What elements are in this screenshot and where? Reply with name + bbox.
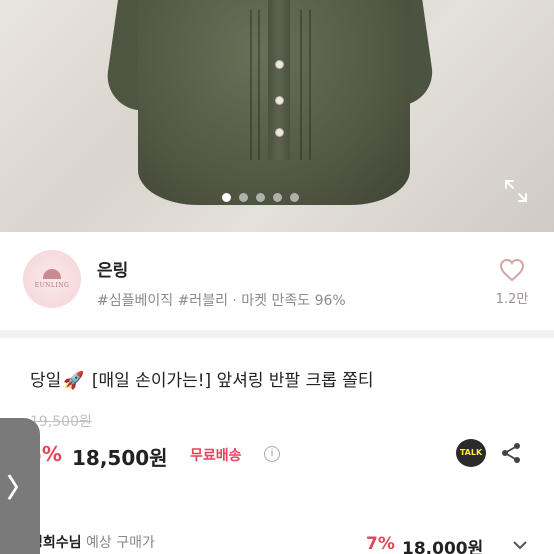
member-price-label: 경희수님 예상 구매가 [30, 532, 155, 552]
shirt-button [275, 128, 284, 137]
rocket-icon: 🚀 [63, 371, 85, 391]
shirt-button [275, 60, 284, 69]
shop-name[interactable]: 은링 [97, 256, 128, 281]
carousel-dot[interactable] [256, 193, 265, 202]
shop-tags: #심플베이직 #러블리 · 마켓 만족도 96% [97, 293, 346, 309]
title-main: [매일 손이가는!] 앞셔링 반팔 크롭 쫄티 [91, 371, 374, 391]
carousel-dot[interactable] [222, 193, 231, 202]
member-discount: 7% [366, 534, 395, 554]
info-icon[interactable]: i [264, 446, 280, 462]
free-shipping-label: 무료배송 [190, 448, 242, 464]
carousel-dot[interactable] [239, 193, 248, 202]
product-title: 당일 🚀 [매일 손이가는!] 앞셔링 반팔 크롭 쫄티 [30, 366, 374, 391]
sale-price: 18,500원 [72, 446, 168, 470]
title-prefix: 당일 [30, 371, 62, 391]
section-divider [0, 330, 554, 338]
talk-icon[interactable]: TALK [456, 439, 486, 467]
chevron-down-icon[interactable] [512, 540, 528, 550]
heart-icon[interactable] [499, 258, 525, 282]
shirt-ruche [258, 10, 260, 160]
product-photo[interactable] [0, 0, 554, 232]
shirt-ruche [309, 10, 311, 160]
shop-logo[interactable]: EUNLING [23, 250, 81, 308]
carousel-dot[interactable] [290, 193, 299, 202]
expand-icon[interactable] [503, 178, 529, 204]
edge-panel-handle[interactable]: 〉 [0, 418, 40, 554]
member-price-text: 예상 구매가 [85, 535, 155, 551]
share-icon[interactable] [500, 442, 522, 464]
shop-info[interactable]: EUNLING 은링 #심플베이직 #러블리 · 마켓 만족도 96% 1.2만 [0, 232, 554, 332]
shirt-ruche [250, 10, 252, 160]
shirt-ruche [300, 10, 302, 160]
like-count: 1.2만 [495, 292, 529, 307]
shirt-button [275, 96, 284, 105]
carousel-dots[interactable] [222, 193, 299, 202]
original-price: 19,500원 [30, 414, 92, 430]
shop-logo-text: EUNLING [34, 282, 70, 289]
carousel-dot[interactable] [273, 193, 282, 202]
member-price: 18,000원 [402, 539, 484, 554]
shop-logo-mark [43, 269, 61, 279]
